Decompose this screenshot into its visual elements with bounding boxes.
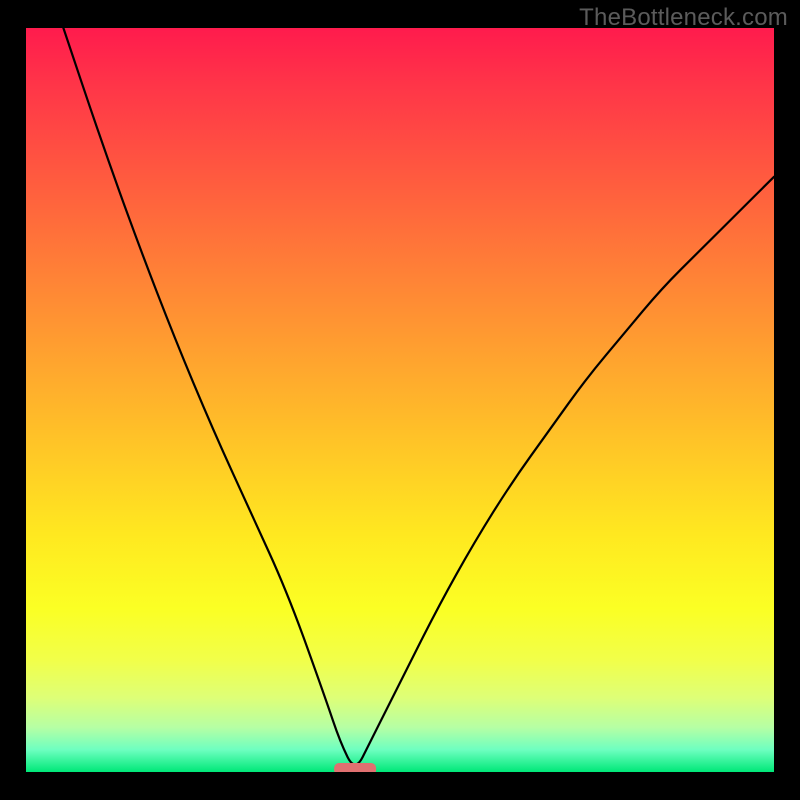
bottleneck-curve bbox=[63, 28, 774, 765]
optimal-point-marker bbox=[334, 763, 376, 772]
plot-area bbox=[26, 28, 774, 772]
watermark-text: TheBottleneck.com bbox=[579, 4, 788, 32]
chart-overlay bbox=[26, 28, 774, 772]
chart-frame: TheBottleneck.com bbox=[0, 0, 800, 800]
